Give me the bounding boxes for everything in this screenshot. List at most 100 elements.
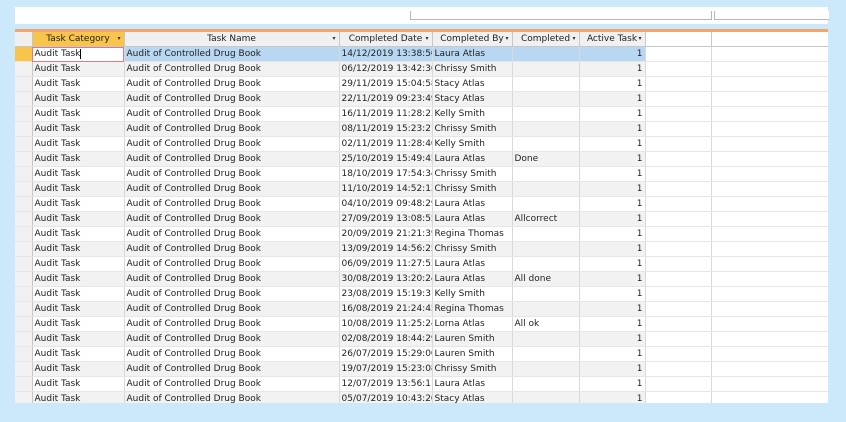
cell-completed-date[interactable]: 02/11/2019 11:28:40 xyxy=(339,136,433,152)
table-row[interactable]: Audit Task Audit of Controlled Drug Book 1… xyxy=(15,181,828,197)
table-row[interactable]: Audit Task Audit of Controlled Drug Book 0… xyxy=(15,61,828,77)
record-selector[interactable] xyxy=(15,181,33,197)
cell-task-category[interactable]: Audit Task xyxy=(32,331,125,347)
cell-task-category[interactable]: Audit Task xyxy=(32,361,125,377)
table-row[interactable]: Audit Task Audit of Controlled Drug Book 1… xyxy=(15,241,828,257)
column-header-completed-by[interactable]: Completed By ▾ xyxy=(432,32,513,47)
cell-task-name[interactable]: Audit of Controlled Drug Book xyxy=(124,376,340,392)
table-row[interactable]: Audit Task Audit of Controlled Drug Book 1… xyxy=(15,46,828,62)
cell-completed-by[interactable]: Laura Atlas xyxy=(432,256,513,272)
column-header-task-name[interactable]: Task Name ▾ xyxy=(124,32,340,47)
cell-active-task[interactable]: 1 xyxy=(579,331,646,347)
cell-completed-by[interactable]: Kelly Smith xyxy=(432,136,513,152)
cell-task-name[interactable]: Audit of Controlled Drug Book xyxy=(124,226,340,242)
cell-completed-by[interactable]: Chrissy Smith xyxy=(432,121,513,137)
table-row[interactable]: Audit Task Audit of Controlled Drug Book 0… xyxy=(15,331,828,347)
cell-completed-by[interactable]: Lauren Smith xyxy=(432,331,513,347)
cell-task-name[interactable]: Audit of Controlled Drug Book xyxy=(124,346,340,362)
table-row[interactable]: Audit Task Audit of Controlled Drug Book 2… xyxy=(15,346,828,362)
cell-task-category[interactable]: Audit Task xyxy=(32,211,125,227)
cell-completed-by[interactable]: Lauren Smith xyxy=(432,346,513,362)
table-row[interactable]: Audit Task Audit of Controlled Drug Book 1… xyxy=(15,361,828,377)
cell-completed[interactable] xyxy=(512,76,580,92)
record-selector[interactable] xyxy=(15,226,33,242)
cell-completed[interactable] xyxy=(512,91,580,107)
cell-completed-by[interactable]: Regina Thomas xyxy=(432,226,513,242)
cell-active-task[interactable]: 1 xyxy=(579,166,646,182)
record-selector[interactable] xyxy=(15,256,33,272)
cell-active-task[interactable]: 1 xyxy=(579,361,646,377)
chevron-down-icon[interactable]: ▾ xyxy=(505,32,508,46)
table-row[interactable]: Audit Task Audit of Controlled Drug Book 2… xyxy=(15,91,828,107)
cell-task-category[interactable]: Audit Task xyxy=(32,256,125,272)
cell-completed-by[interactable]: Stacy Atlas xyxy=(432,391,513,403)
cell-completed-date[interactable]: 29/11/2019 15:04:58 xyxy=(339,76,433,92)
cell-completed[interactable] xyxy=(512,181,580,197)
cell-task-category[interactable]: Audit Task xyxy=(32,271,125,287)
record-selector[interactable] xyxy=(15,61,33,77)
cell-completed[interactable] xyxy=(512,61,580,77)
cell-task-name[interactable]: Audit of Controlled Drug Book xyxy=(124,181,340,197)
cell-task-category[interactable]: Audit Task xyxy=(32,91,125,107)
chevron-down-icon[interactable]: ▾ xyxy=(425,32,428,46)
table-row[interactable]: Audit Task Audit of Controlled Drug Book 1… xyxy=(15,106,828,122)
cell-completed-date[interactable]: 23/08/2019 15:19:31 xyxy=(339,286,433,302)
table-row[interactable]: Audit Task Audit of Controlled Drug Book 1… xyxy=(15,376,828,392)
cell-completed-date[interactable]: 22/11/2019 09:23:49 xyxy=(339,91,433,107)
cell-active-task[interactable]: 1 xyxy=(579,121,646,137)
cell-active-task[interactable]: 1 xyxy=(579,196,646,212)
table-row[interactable]: Audit Task Audit of Controlled Drug Book 0… xyxy=(15,136,828,152)
record-selector[interactable] xyxy=(15,346,33,362)
cell-task-name[interactable]: Audit of Controlled Drug Book xyxy=(124,166,340,182)
cell-completed-by[interactable]: Laura Atlas xyxy=(432,46,513,62)
cell-completed-by[interactable]: Laura Atlas xyxy=(432,196,513,212)
cell-task-category[interactable]: Audit Task xyxy=(32,106,125,122)
chevron-down-icon[interactable]: ▾ xyxy=(117,32,120,46)
cell-task-name[interactable]: Audit of Controlled Drug Book xyxy=(124,151,340,167)
cell-active-task[interactable]: 1 xyxy=(579,181,646,197)
table-row[interactable]: Audit Task Audit of Controlled Drug Book 2… xyxy=(15,226,828,242)
cell-active-task[interactable]: 1 xyxy=(579,106,646,122)
record-selector[interactable] xyxy=(15,271,33,287)
cell-completed-by[interactable]: Laura Atlas xyxy=(432,211,513,227)
cell-task-name[interactable]: Audit of Controlled Drug Book xyxy=(124,241,340,257)
cell-completed-by[interactable]: Regina Thomas xyxy=(432,301,513,317)
cell-completed-date[interactable]: 05/07/2019 10:43:20 xyxy=(339,391,433,403)
cell-completed-date[interactable]: 16/11/2019 11:28:23 xyxy=(339,106,433,122)
record-selector[interactable] xyxy=(15,106,33,122)
record-selector[interactable] xyxy=(15,151,33,167)
select-all-corner[interactable] xyxy=(15,32,33,47)
cell-task-name[interactable]: Audit of Controlled Drug Book xyxy=(124,106,340,122)
cell-active-task[interactable]: 1 xyxy=(579,391,646,403)
cell-task-category[interactable]: Audit Task xyxy=(32,121,125,137)
cell-task-name[interactable]: Audit of Controlled Drug Book xyxy=(124,331,340,347)
cell-completed[interactable]: All done xyxy=(512,271,580,287)
cell-completed[interactable] xyxy=(512,286,580,302)
record-selector[interactable] xyxy=(15,46,33,62)
table-row[interactable]: Audit Task Audit of Controlled Drug Book 2… xyxy=(15,76,828,92)
column-header-completed[interactable]: Completed ▾ xyxy=(512,32,580,47)
cell-completed-date[interactable]: 19/07/2019 15:23:08 xyxy=(339,361,433,377)
chevron-down-icon[interactable]: ▾ xyxy=(332,32,335,46)
cell-task-name[interactable]: Audit of Controlled Drug Book xyxy=(124,196,340,212)
cell-active-task[interactable]: 1 xyxy=(579,346,646,362)
header-field[interactable] xyxy=(410,11,712,20)
cell-completed[interactable] xyxy=(512,121,580,137)
cell-task-category[interactable]: Audit Task xyxy=(32,226,125,242)
cell-completed-by[interactable]: Chrissy Smith xyxy=(432,241,513,257)
table-row[interactable]: Audit Task Audit of Controlled Drug Book 3… xyxy=(15,271,828,287)
cell-active-task[interactable]: 1 xyxy=(579,256,646,272)
cell-completed-by[interactable]: Laura Atlas xyxy=(432,271,513,287)
cell-completed-by[interactable]: Kelly Smith xyxy=(432,106,513,122)
cell-task-category[interactable]: Audit Task xyxy=(32,166,125,182)
cell-task-name[interactable]: Audit of Controlled Drug Book xyxy=(124,301,340,317)
cell-completed-by[interactable]: Stacy Atlas xyxy=(432,76,513,92)
cell-completed[interactable] xyxy=(512,166,580,182)
cell-completed-by[interactable]: Laura Atlas xyxy=(432,151,513,167)
table-row[interactable]: Audit Task Audit of Controlled Drug Book 0… xyxy=(15,256,828,272)
cell-task-name[interactable]: Audit of Controlled Drug Book xyxy=(124,256,340,272)
cell-task-category[interactable]: Audit Task xyxy=(32,316,125,332)
cell-task-name[interactable]: Audit of Controlled Drug Book xyxy=(124,121,340,137)
cell-task-name[interactable]: Audit of Controlled Drug Book xyxy=(124,211,340,227)
cell-completed[interactable] xyxy=(512,241,580,257)
